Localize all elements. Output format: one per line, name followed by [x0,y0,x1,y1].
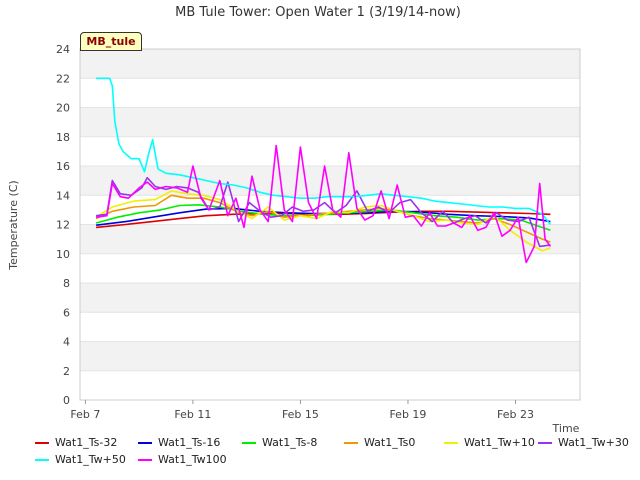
x-tick-label: Feb 11 [174,408,211,421]
legend-label: Wat1_Tw+10 [464,436,535,449]
legend-swatch [138,442,152,444]
y-tick-label: 0 [63,394,70,407]
x-tick-label: Feb 19 [389,408,426,421]
legend-item: Wat1_Tw+10 [444,436,535,449]
station-badge: MB_tule [80,32,142,51]
y-tick-label: 10 [56,248,70,261]
legend-label: Wat1_Ts-32 [55,436,118,449]
legend-swatch [35,459,49,461]
legend-swatch [35,442,49,444]
y-tick-label: 8 [63,277,70,290]
legend-label: Wat1_Tw+50 [55,453,126,466]
legend-item: Wat1_Ts-8 [242,436,317,449]
legend-item: Wat1_Ts-16 [138,436,220,449]
legend-swatch [344,442,358,444]
y-tick-label: 14 [56,189,70,202]
x-tick-label: Feb 23 [497,408,534,421]
x-axis-label: Time [552,422,580,435]
y-tick-label: 2 [63,365,70,378]
y-tick-label: 22 [56,72,70,85]
y-tick-label: 24 [56,43,70,56]
legend-item: Wat1_Ts0 [344,436,415,449]
legend-item: Wat1_Tw+30 [538,436,629,449]
legend-label: Wat1_Ts0 [364,436,416,449]
plot-band [80,283,580,313]
y-tick-label: 18 [56,131,70,144]
legend-item: Wat1_Tw+50 [35,453,126,466]
legend-item: Wat1_Tw100 [138,453,227,466]
x-tick-label: Feb 15 [282,408,319,421]
chart-title: MB Tule Tower: Open Water 1 (3/19/14-now… [175,5,461,20]
legend-label: Wat1_Ts-8 [262,436,318,449]
y-tick-label: 6 [63,306,70,319]
y-axis-label: Temperature (C) [7,180,20,270]
legend-swatch [242,442,256,444]
legend-swatch [538,442,552,444]
plot-band [80,107,580,137]
legend-item: Wat1_Ts-32 [35,436,117,449]
y-tick-label: 4 [63,336,70,349]
plot-band [80,341,580,371]
plot-band [80,224,580,254]
legend-swatch [138,459,152,461]
line-chart: MB Tule Tower: Open Water 1 (3/19/14-now… [0,0,640,480]
legend-swatch [444,442,458,444]
y-tick-label: 20 [56,102,70,115]
legend-label: Wat1_Ts-16 [158,436,221,449]
plot-band [80,49,580,79]
legend-label: Wat1_Tw100 [158,453,227,466]
y-tick-label: 12 [56,219,70,232]
x-tick-label: Feb 7 [70,408,100,421]
y-tick-label: 16 [56,160,70,173]
legend-label: Wat1_Tw+30 [558,436,629,449]
